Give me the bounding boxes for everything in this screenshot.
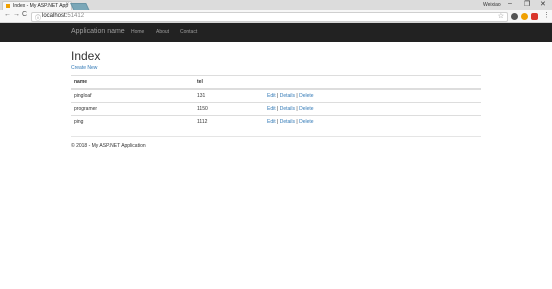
url-text: localhost:51412 (42, 13, 85, 19)
cell-tel: 1112 (194, 115, 264, 128)
edit-link[interactable]: Edit (267, 93, 276, 99)
details-link[interactable]: Details (280, 93, 295, 99)
edit-link[interactable]: Edit (267, 119, 276, 125)
extension-icon[interactable] (521, 13, 528, 20)
table-header-row: name tel (71, 75, 481, 90)
edit-link[interactable]: Edit (267, 106, 276, 112)
cell-tel: 1150 (194, 102, 264, 116)
header-tel: tel (194, 75, 264, 90)
separator: | (277, 119, 279, 125)
separator: | (277, 93, 279, 99)
table-row: programer 1150 Edit | Details | Delete (71, 102, 481, 116)
extension-icon[interactable] (511, 13, 518, 20)
row-actions: Edit | Details | Delete (264, 88, 481, 103)
records-table: name tel pingloaf 131 Edit | Details | D… (71, 75, 481, 128)
footer-divider (71, 136, 481, 137)
reload-icon[interactable]: C (22, 11, 27, 18)
extension-icon[interactable] (531, 13, 538, 20)
details-link[interactable]: Details (280, 119, 295, 125)
minimize-icon[interactable]: – (508, 0, 512, 7)
page-title: Index (71, 49, 101, 63)
footer-text: © 2018 - My ASP.NET Application (71, 143, 146, 149)
browser-menu-icon[interactable]: ⋮ (543, 11, 550, 19)
cell-name: ping (71, 115, 194, 128)
profile-name[interactable]: Weixiao (483, 2, 501, 8)
cell-tel: 131 (194, 88, 264, 103)
separator: | (296, 93, 298, 99)
nav-contact[interactable]: Contact (180, 29, 197, 35)
table-row: ping 1112 Edit | Details | Delete (71, 115, 481, 128)
separator: | (277, 106, 279, 112)
create-new-link[interactable]: Create New (71, 65, 97, 71)
forward-icon[interactable]: → (13, 11, 20, 18)
favicon-icon (6, 4, 10, 8)
tab-close-icon[interactable]: × (65, 2, 69, 8)
table-row: pingloaf 131 Edit | Details | Delete (71, 88, 481, 103)
nav-about[interactable]: About (156, 29, 169, 35)
back-icon[interactable]: ← (4, 11, 11, 18)
address-bar[interactable]: ⓘ localhost:51412 ☆ (31, 12, 508, 22)
delete-link[interactable]: Delete (299, 119, 313, 125)
maximize-icon[interactable]: ❐ (524, 0, 530, 8)
site-navbar: Application name Home About Contact (0, 23, 552, 42)
nav-home[interactable]: Home (131, 29, 144, 35)
delete-link[interactable]: Delete (299, 106, 313, 112)
cell-name: pingloaf (71, 88, 194, 103)
header-name: name (71, 75, 194, 90)
row-actions: Edit | Details | Delete (264, 102, 481, 116)
details-link[interactable]: Details (280, 106, 295, 112)
browser-chrome: Index - My ASP.NET App × Weixiao – ❐ ✕ ←… (0, 0, 552, 23)
header-actions (264, 75, 481, 90)
info-icon[interactable]: ⓘ (35, 13, 41, 22)
separator: | (296, 106, 298, 112)
cell-name: programer (71, 102, 194, 116)
tab-title: Index - My ASP.NET App (13, 3, 69, 9)
row-actions: Edit | Details | Delete (264, 115, 481, 128)
separator: | (296, 119, 298, 125)
delete-link[interactable]: Delete (299, 93, 313, 99)
brand-link[interactable]: Application name (71, 28, 125, 35)
close-window-icon[interactable]: ✕ (540, 0, 546, 8)
bookmark-star-icon[interactable]: ☆ (498, 12, 504, 20)
